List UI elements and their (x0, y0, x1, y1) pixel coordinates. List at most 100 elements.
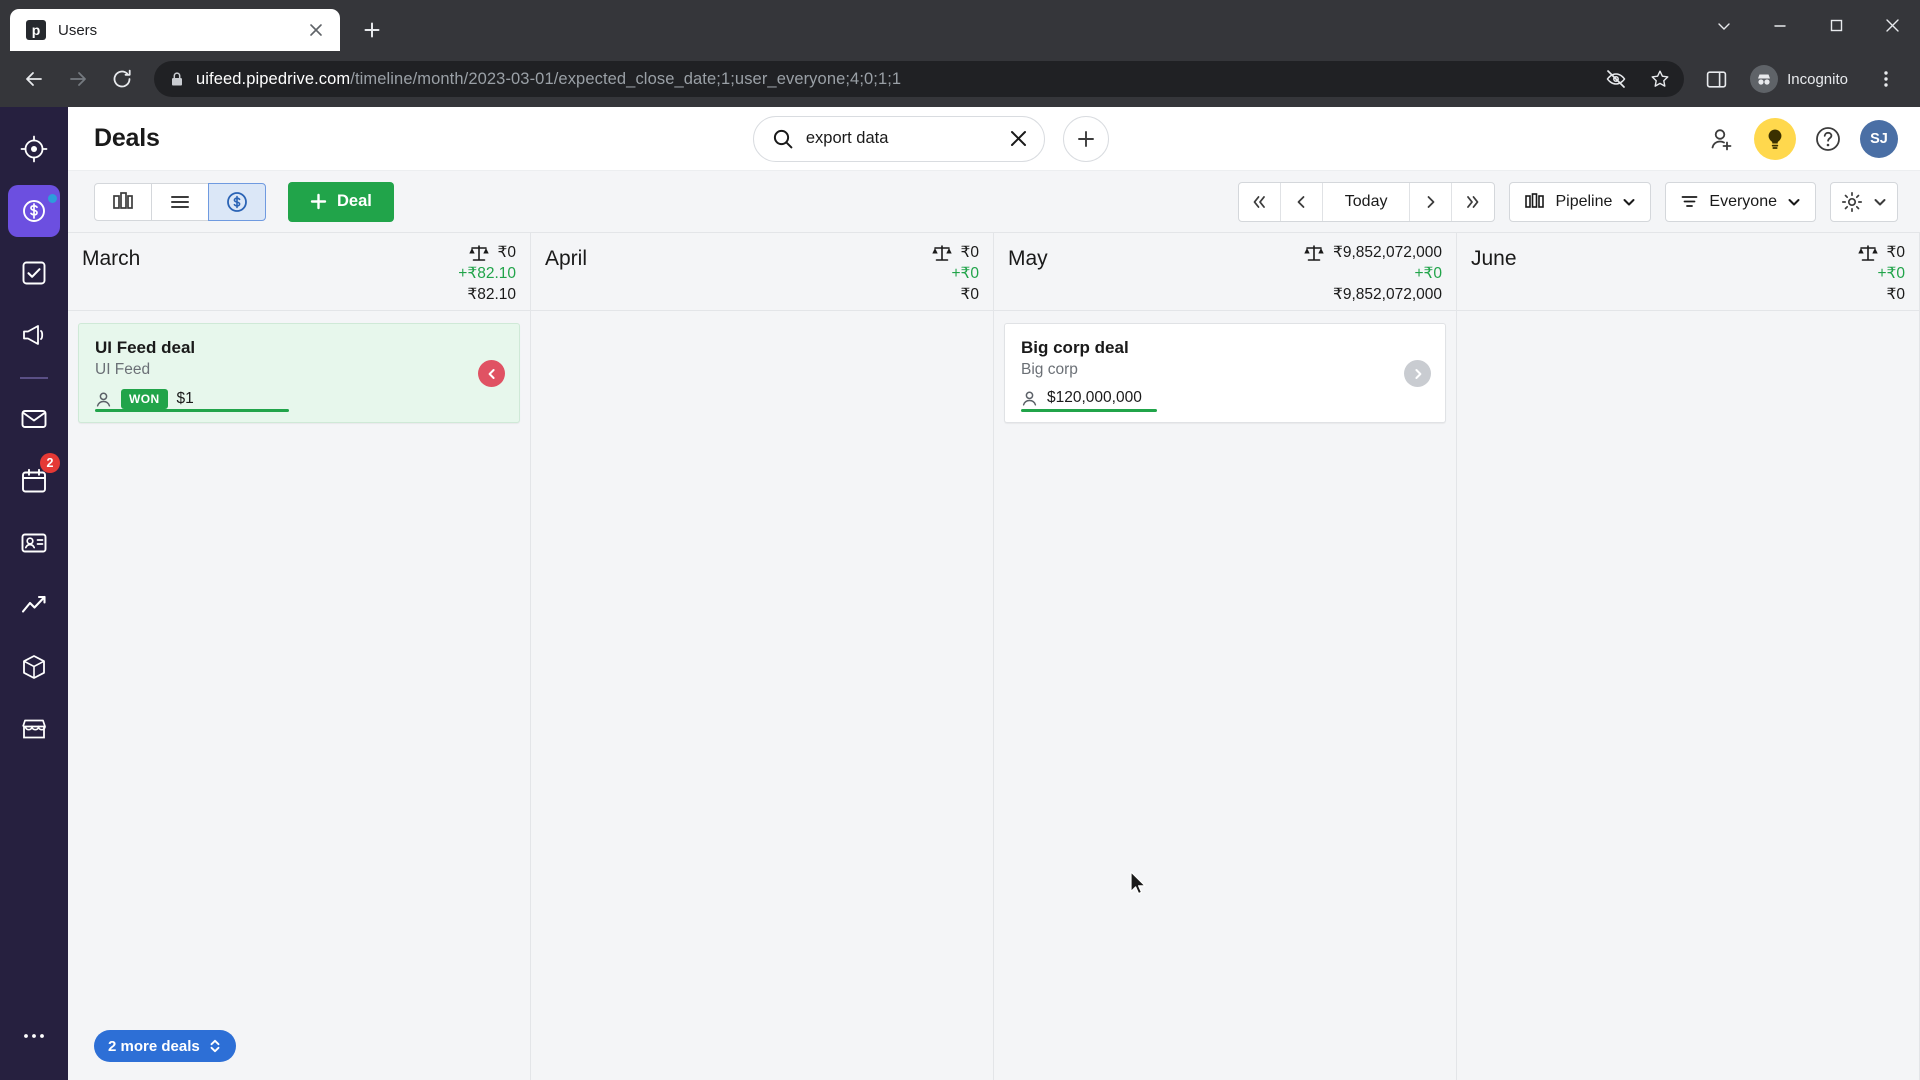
sidebar-item-marketplace[interactable] (8, 703, 60, 755)
page-title: Deals (94, 124, 160, 152)
add-button[interactable] (1062, 115, 1109, 162)
deal-meta: $120,000,000 (1021, 389, 1429, 407)
side-panel-icon[interactable] (1696, 59, 1736, 99)
month-label: June (1471, 247, 1517, 270)
deals-notification-dot (48, 194, 57, 203)
sidebar-item-products[interactable] (8, 641, 60, 693)
toolbar-right: Today Pipeline Everyone (1237, 181, 1898, 222)
timeline-column-body: Big corp deal Big corp $120,000,000 (994, 311, 1456, 1080)
incognito-indicator[interactable]: Incognito (1744, 61, 1862, 97)
timeline-column-june: June ₹0 +₹0 ₹0 (1457, 233, 1920, 1080)
deal-card[interactable]: UI Feed deal UI Feed WON $1 (78, 323, 520, 423)
arrow-left-icon[interactable] (14, 59, 54, 99)
sidebar-item-mail[interactable] (8, 393, 60, 445)
deal-title: Big corp deal (1021, 338, 1129, 357)
three-dots-vertical-icon[interactable] (1866, 59, 1906, 99)
month-label: March (82, 247, 141, 270)
search-value: export data (805, 129, 889, 147)
timeline-column-header: May ₹9,852,072,000 +₹0 ₹9,852,072,000 (994, 233, 1456, 311)
star-icon[interactable] (1644, 63, 1676, 95)
total-value: ₹9,852,072,000 (1333, 285, 1442, 303)
user-filter[interactable]: Everyone (1665, 181, 1816, 222)
list-view-button[interactable] (151, 182, 209, 221)
timeline-column-body (1457, 311, 1919, 1080)
list-icon (168, 190, 192, 214)
deal-value: $120,000,000 (1047, 389, 1142, 406)
close-icon[interactable] (304, 18, 328, 42)
total-value: ₹82.10 (467, 285, 516, 303)
timeline-column-header: June ₹0 +₹0 ₹0 (1457, 233, 1919, 311)
app-sidebar: 2 (0, 107, 68, 1080)
deal-card[interactable]: Big corp deal Big corp $120,000,000 (1004, 323, 1446, 423)
deal-progress-bar (1021, 409, 1157, 412)
minimize-icon[interactable] (1752, 0, 1808, 51)
chevron-left-circle-icon[interactable] (478, 360, 505, 387)
pipeline-filter[interactable]: Pipeline (1509, 181, 1652, 222)
lightbulb-icon[interactable] (1754, 117, 1796, 160)
sidebar-item-campaigns[interactable] (8, 309, 60, 361)
search-icon (772, 128, 794, 150)
header-right: SJ (1702, 117, 1898, 160)
sidebar-item-insights[interactable] (8, 579, 60, 631)
chevron-down-icon[interactable] (1696, 0, 1752, 51)
browser-window: p Users uifeed.pipedrive.com/timeline/mo… (0, 0, 1920, 1080)
gear-icon (1841, 191, 1863, 213)
weighted-value: ₹0 (960, 244, 979, 261)
weighted-value: ₹9,852,072,000 (1333, 244, 1442, 261)
won-value: +₹0 (951, 264, 979, 282)
total-value: ₹0 (960, 285, 979, 303)
deal-value: $1 (176, 390, 194, 407)
month-figures: ₹0 +₹0 ₹0 (1857, 243, 1905, 310)
browser-tab-strip: p Users (0, 0, 1920, 51)
add-deal-button[interactable]: Deal (288, 181, 394, 222)
close-icon[interactable] (1004, 124, 1034, 154)
sidebar-item-deals[interactable] (8, 185, 60, 237)
forecast-view-button[interactable] (208, 182, 266, 221)
double-chevron-right-icon[interactable] (1452, 183, 1494, 221)
window-close-icon[interactable] (1864, 0, 1920, 51)
url-path: /timeline/month/2023-03-01/expected_clos… (350, 69, 902, 88)
app-header: Deals export data SJ (68, 107, 1920, 171)
sidebar-item-leads-inbox[interactable] (8, 123, 60, 175)
maximize-icon[interactable] (1808, 0, 1864, 51)
eye-crossed-icon[interactable] (1600, 63, 1632, 95)
chevron-right-icon[interactable] (1410, 182, 1453, 221)
sidebar-more-button[interactable] (8, 1010, 60, 1062)
new-tab-button[interactable] (354, 12, 390, 48)
month-figures: ₹0 +₹0 ₹0 (931, 243, 979, 310)
add-user-icon[interactable] (1702, 119, 1742, 159)
deal-organization: Big corp (1021, 361, 1078, 378)
browser-toolbar: uifeed.pipedrive.com/timeline/month/2023… (0, 51, 1920, 107)
pipeline-view-button[interactable] (94, 182, 152, 221)
timeline-column-body: UI Feed deal UI Feed WON $1 (68, 311, 530, 1080)
today-button[interactable]: Today (1323, 182, 1411, 221)
add-deal-label: Deal (337, 192, 372, 210)
avatar[interactable]: SJ (1860, 119, 1898, 158)
reload-icon[interactable] (102, 59, 142, 99)
pipeline-filter-label: Pipeline (1555, 192, 1613, 210)
lock-icon (170, 71, 184, 87)
sidebar-item-activities[interactable] (8, 247, 60, 299)
person-icon (1021, 390, 1038, 407)
double-chevron-left-icon[interactable] (1239, 182, 1281, 221)
pipeline-icon (1524, 191, 1545, 212)
sidebar-item-calendar[interactable]: 2 (8, 453, 60, 507)
more-deals-button[interactable]: 2 more deals (94, 1030, 236, 1062)
view-toolbar: Deal Today Pipeline Everyone (68, 171, 1920, 233)
settings-button[interactable] (1830, 181, 1898, 222)
sidebar-item-contacts[interactable] (8, 517, 60, 569)
deal-organization: UI Feed (95, 361, 151, 378)
chevron-left-icon[interactable] (1281, 182, 1323, 221)
search-input[interactable]: export data (752, 115, 1045, 162)
deal-meta: WON $1 (95, 389, 503, 409)
person-icon (95, 391, 112, 408)
incognito-avatar-icon (1750, 65, 1779, 93)
chevron-right-circle-icon[interactable] (1404, 360, 1431, 387)
browser-tab[interactable]: p Users (10, 9, 340, 51)
address-bar[interactable]: uifeed.pipedrive.com/timeline/month/2023… (154, 61, 1685, 97)
question-circle-icon[interactable] (1808, 119, 1848, 159)
more-deals-label: 2 more deals (108, 1037, 200, 1055)
month-label: May (1008, 247, 1048, 270)
month-label: April (545, 247, 588, 270)
total-value: ₹0 (1886, 285, 1905, 303)
